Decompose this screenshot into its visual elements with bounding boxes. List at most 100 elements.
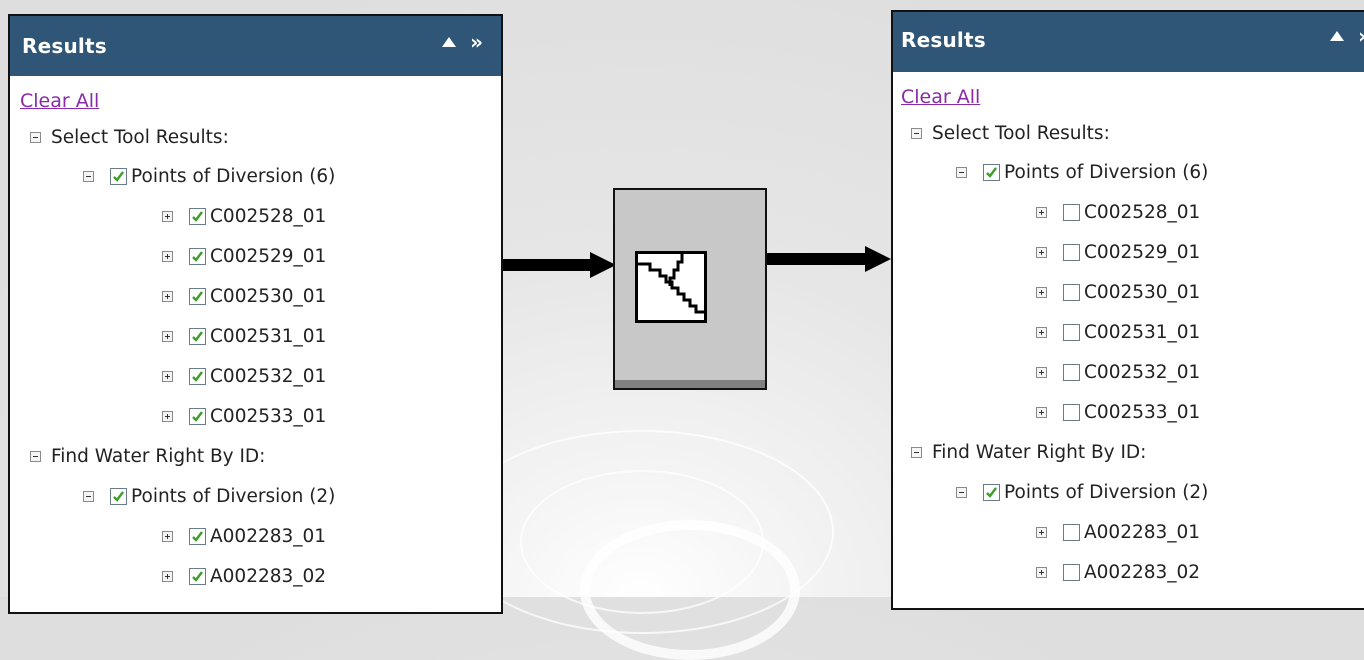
item-checkbox[interactable] [1063,203,1080,221]
tree-item: C002529_01 [162,241,326,271]
item-checkbox[interactable] [1063,323,1080,341]
tree-item: A002283_01 [162,521,326,551]
process-block-base [615,380,765,388]
tree-item: C002531_01 [162,321,326,351]
triangle-up-icon[interactable] [1330,31,1345,41]
tree-item-label: C002533_01 [1084,401,1201,423]
plus-box-icon[interactable] [1036,286,1047,298]
block-diagram-icon [635,251,707,323]
tree-item: C002533_01 [162,401,326,431]
double-chevron-right-icon[interactable]: » [1358,26,1364,46]
item-checkbox[interactable] [189,367,206,385]
tree-item: C002530_01 [162,281,326,311]
tree-item: C002533_01 [1036,397,1200,427]
minus-box-icon[interactable] [30,131,41,143]
plus-box-icon[interactable] [162,330,173,342]
tree-item-label: C002531_01 [1084,321,1201,343]
header-controls: » [1330,26,1364,46]
minus-box-icon[interactable] [956,166,967,178]
item-checkbox[interactable] [1063,403,1080,421]
background-ripple-3 [580,520,800,660]
tree-node-find-water-right: Find Water Right By ID: [911,437,1146,467]
group-checkbox[interactable] [110,487,127,505]
tree-item: A002283_02 [162,561,326,591]
tree-item-label: C002529_01 [210,245,327,267]
plus-box-icon[interactable] [162,210,173,222]
tree-item-label: C002532_01 [210,365,327,387]
item-checkbox[interactable] [189,207,206,225]
tree-node-points-of-diversion: Points of Diversion (2) [83,481,335,511]
item-checkbox[interactable] [1063,363,1080,381]
minus-box-icon[interactable] [911,127,922,139]
plus-box-icon[interactable] [1036,366,1047,378]
tree-item-label: C002528_01 [210,205,327,227]
minus-box-icon[interactable] [83,170,94,182]
item-checkbox[interactable] [189,327,206,345]
plus-box-icon[interactable] [162,530,173,542]
tree-node-label: Select Tool Results: [51,126,229,148]
plus-box-icon[interactable] [162,370,173,382]
plus-box-icon[interactable] [1036,406,1047,418]
group-checkbox[interactable] [110,167,127,185]
group-checkbox[interactable] [983,483,1000,501]
tree-node-points-of-diversion: Points of Diversion (6) [83,161,335,191]
item-checkbox[interactable] [1063,243,1080,261]
panel-header: Results » [10,16,501,76]
minus-box-icon[interactable] [956,486,967,498]
tree-node-select-tool: Select Tool Results: [911,118,1110,148]
tree-item: C002528_01 [1036,197,1200,227]
tree-item-label: A002283_01 [210,525,327,547]
tree-node-label: Points of Diversion (2) [131,485,336,507]
panel-header: Results » [893,12,1364,72]
plus-box-icon[interactable] [1036,206,1047,218]
plus-box-icon[interactable] [1036,326,1047,338]
tree-node-select-tool: Select Tool Results: [30,122,229,152]
tree-item: C002532_01 [162,361,326,391]
double-chevron-right-icon[interactable]: » [470,32,483,52]
plus-box-icon[interactable] [1036,526,1047,538]
item-checkbox[interactable] [1063,283,1080,301]
header-controls: » [442,32,483,52]
tree-item: C002529_01 [1036,237,1200,267]
tree-item: A002283_01 [1036,517,1200,547]
clear-all-link[interactable]: Clear All [901,86,980,108]
tree-item-label: C002532_01 [1084,361,1201,383]
arrow-head-out [865,246,891,272]
tree-node-label: Find Water Right By ID: [932,441,1147,463]
plus-box-icon[interactable] [1036,566,1047,578]
minus-box-icon[interactable] [30,450,41,462]
group-checkbox[interactable] [983,163,1000,181]
minus-box-icon[interactable] [83,490,94,502]
item-checkbox[interactable] [1063,563,1080,581]
tree-node-find-water-right: Find Water Right By ID: [30,441,265,471]
tree-node-label: Select Tool Results: [932,122,1110,144]
arrow-shaft-out [767,253,867,265]
item-checkbox[interactable] [189,567,206,585]
item-checkbox[interactable] [189,287,206,305]
plus-box-icon[interactable] [162,250,173,262]
tree-item: C002532_01 [1036,357,1200,387]
tree-node-points-of-diversion: Points of Diversion (6) [956,157,1208,187]
item-checkbox[interactable] [1063,523,1080,541]
tree-item: A002283_02 [1036,557,1200,587]
tree-node-label: Points of Diversion (2) [1004,481,1209,503]
item-checkbox[interactable] [189,527,206,545]
tree-item-label: C002531_01 [210,325,327,347]
plus-box-icon[interactable] [162,570,173,582]
tree-item-label: C002533_01 [210,405,327,427]
plus-box-icon[interactable] [162,410,173,422]
tree-node-label: Find Water Right By ID: [51,445,266,467]
plus-box-icon[interactable] [1036,246,1047,258]
tree-node-points-of-diversion: Points of Diversion (2) [956,477,1208,507]
results-panel-left: Results » Clear All Select Tool Results:… [8,14,503,614]
tree-item-label: C002528_01 [1084,201,1201,223]
triangle-up-icon[interactable] [442,37,457,47]
minus-box-icon[interactable] [911,446,922,458]
tree-item-label: C002530_01 [1084,281,1201,303]
clear-all-link[interactable]: Clear All [20,90,99,112]
tree-item: C002530_01 [1036,277,1200,307]
plus-box-icon[interactable] [162,290,173,302]
item-checkbox[interactable] [189,247,206,265]
tree-node-label: Points of Diversion (6) [1004,161,1209,183]
item-checkbox[interactable] [189,407,206,425]
